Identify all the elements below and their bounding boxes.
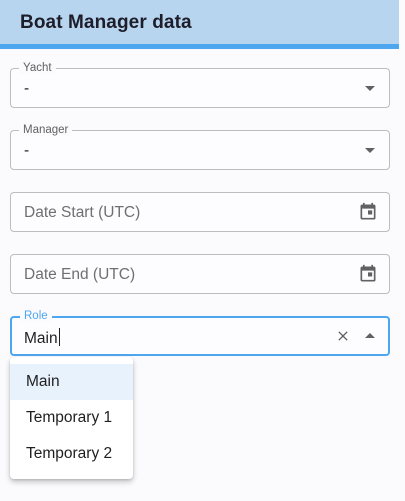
- role-option-main[interactable]: Main: [10, 364, 133, 400]
- manager-select[interactable]: Manager -: [10, 124, 390, 170]
- date-start-placeholder: Date Start (UTC): [24, 204, 141, 221]
- role-option-temporary-2[interactable]: Temporary 2: [10, 436, 133, 472]
- role-input-text: Main: [24, 330, 58, 347]
- role-label: Role: [20, 310, 52, 322]
- chevron-up-icon[interactable]: [365, 333, 375, 338]
- yacht-label: Yacht: [19, 62, 56, 74]
- date-start-field[interactable]: Date Start (UTC): [10, 192, 390, 232]
- text-cursor: [58, 328, 60, 346]
- yacht-value: -: [24, 80, 30, 97]
- page-title: Boat Manager data: [20, 12, 192, 33]
- chevron-down-icon[interactable]: [365, 148, 375, 153]
- role-input[interactable]: Main: [24, 328, 60, 348]
- date-end-field[interactable]: Date End (UTC): [10, 254, 390, 294]
- chevron-down-icon[interactable]: [365, 86, 375, 91]
- calendar-icon[interactable]: [358, 202, 378, 222]
- app-header: Boat Manager data: [0, 0, 399, 49]
- manager-value: -: [24, 142, 30, 159]
- role-option-temporary-1[interactable]: Temporary 1: [10, 400, 133, 436]
- yacht-select[interactable]: Yacht -: [10, 62, 390, 108]
- close-icon[interactable]: [335, 328, 351, 344]
- role-autocomplete[interactable]: Role Main: [10, 310, 390, 356]
- calendar-icon[interactable]: [358, 264, 378, 284]
- date-end-placeholder: Date End (UTC): [24, 266, 136, 283]
- role-options-list: Main Temporary 1 Temporary 2: [10, 357, 133, 479]
- manager-label: Manager: [19, 124, 73, 136]
